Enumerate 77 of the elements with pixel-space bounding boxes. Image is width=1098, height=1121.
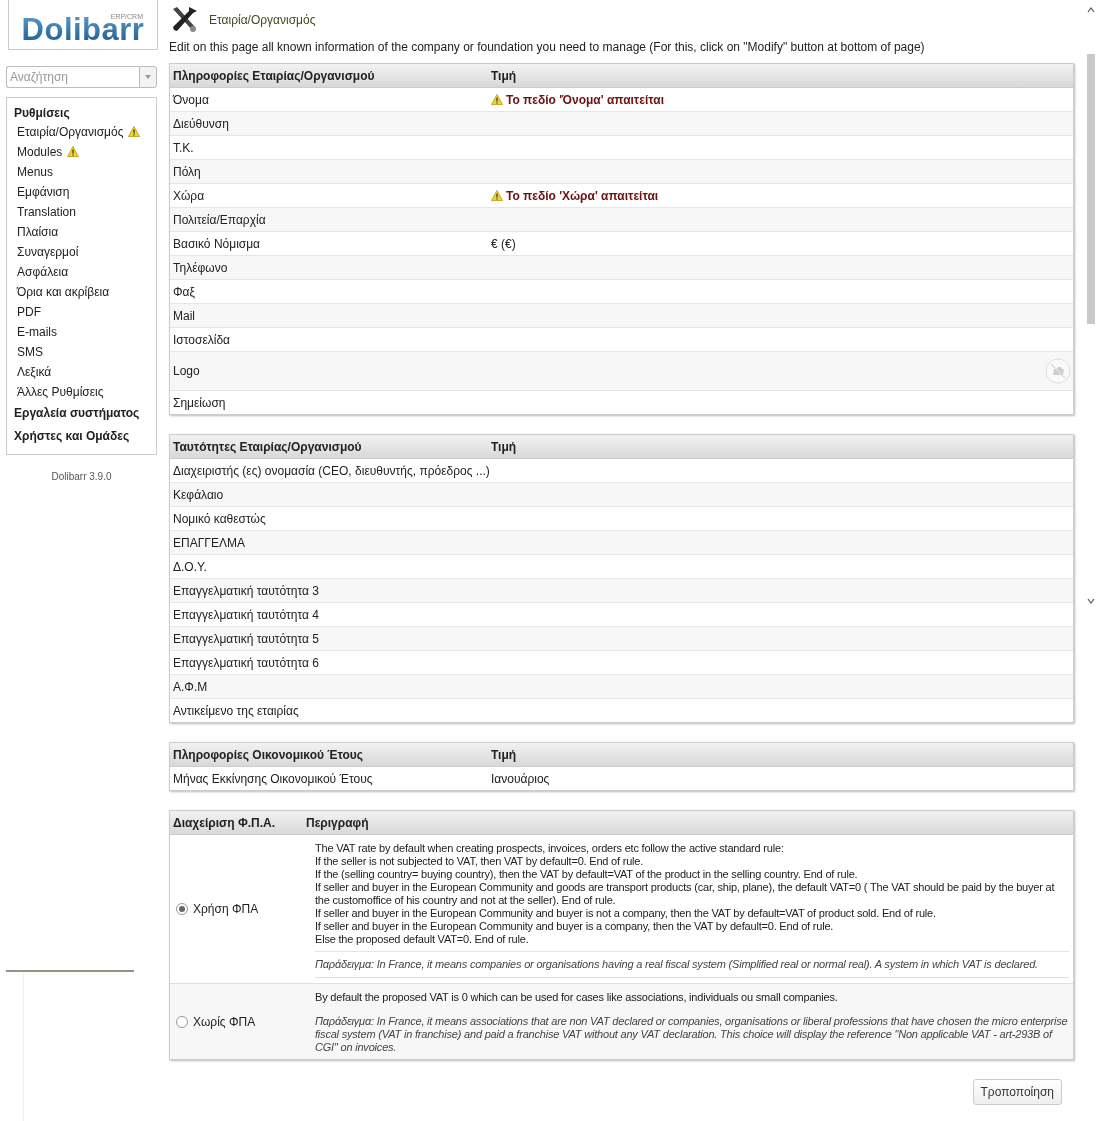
row-label: Πόλη (172, 164, 202, 179)
column-header: Τιμή (491, 439, 518, 454)
row-label: Logo (172, 364, 201, 378)
row-label: Χώρα (172, 188, 206, 203)
row-label: Αντικείμενο της εταιρίας (172, 703, 300, 718)
warning-icon (491, 94, 503, 105)
column-header: Πληροφορίες Οικονομικού Έτους (172, 747, 365, 762)
menu-item[interactable]: Συναγερμοί (17, 244, 79, 259)
column-header: Τιμή (491, 68, 518, 83)
menu-section[interactable]: Ρυθμίσεις (14, 105, 156, 120)
row-label: Διαχειριστής (ες) ονομασία (CEO, διευθυντής, πρόεδρος ...) (172, 463, 491, 478)
row-label: Σημείωση (172, 395, 227, 410)
rule-text: Else the proposed default VAT=0. End of rule. (315, 933, 530, 946)
radio-label[interactable]: Χωρίς ΦΠΑ (193, 1014, 256, 1029)
menu-item[interactable]: Όρια και ακρίβεια (17, 284, 110, 299)
example-text: Παράδειγμα: In France, it means companies or organisations having a real fiscal system (Simplified real or normal real). A system in which VAT is declared. (315, 951, 1069, 978)
radio-label[interactable]: Χρήση ΦΠΑ (193, 902, 259, 916)
rule-text: If seller and buyer in the European Community and goods are transport products (car, ship, plane), the default VAT=0 ( The VAT should be paid by the buyer at the customoffice of his country and not at the seller). End of rule. (315, 881, 1056, 907)
rule-text: The VAT rate by default when creating prospects, invoices, orders etc follow the active standard rule: (315, 842, 785, 855)
row-label: Μήνας Εκκίνησης Οικονομικού Έτους (172, 771, 374, 786)
menu-item[interactable]: SMS (17, 344, 43, 359)
menu-section[interactable]: Χρήστες και Ομάδες (14, 424, 156, 448)
error-message: Το πεδίο 'Χώρα' απαιτείται (506, 188, 659, 203)
row-label: Επαγγελματική ταυτότητα 4 (172, 607, 320, 622)
menu-item[interactable]: Ασφάλεια (17, 264, 69, 279)
menu-item[interactable]: Menus (17, 164, 54, 179)
menu-item[interactable]: Άλλες Ρυθμίσεις (17, 384, 104, 399)
row-label: Επαγγελματική ταυτότητα 5 (172, 631, 320, 646)
menu-item[interactable]: Εμφάνιση (17, 184, 70, 199)
page-title: Εταιρία/Οργανισμός (209, 13, 316, 27)
example-text: Παράδειγμα: In France, it means associations that are non VAT declared or companies, organisations or liberal professions that have chosen the micro enterprise fiscal system (VAT in franchise) and paid a franchise VAT without any VAT declaration. This choice will display the reference "Non applicable VAT - art-293B of CGI" on invoices. (315, 1015, 1069, 1054)
rule-text: If seller and buyer in the European Community and buyer is a company, then the VAT by default=0. End of rule. (315, 920, 835, 933)
menu-item[interactable]: PDF (17, 304, 41, 319)
radio-button[interactable] (176, 903, 188, 915)
scroll-up-icon[interactable] (1086, 6, 1096, 14)
menu-item[interactable]: Πλαίσια (17, 224, 59, 239)
rule-text: If the (selling country= buying country), then the VAT by default=VAT of the product in the selling country. End of rule. (315, 868, 859, 881)
warning-icon (491, 190, 503, 201)
row-value: Ιανουάριος (491, 771, 550, 786)
column-header: Ταυτότητες Εταιρίας/Οργανισμού (172, 439, 363, 454)
row-label: ΕΠΑΓΓΕΛΜΑ (172, 535, 246, 550)
menu-item[interactable]: Modules (17, 144, 63, 159)
page-description: Edit on this page all known information of the company or foundation you need to manage (For this, click on "Modify" button at bottom of page) (169, 40, 926, 54)
menu-item[interactable]: Εταιρία/Οργανισμός (17, 124, 124, 139)
rule-text: By default the proposed VAT is 0 which can be used for cases like associations, individuals ou small companies. (315, 991, 839, 1004)
row-label: Α.Φ.Μ (172, 679, 209, 694)
row-label: Βασικό Νόμισμα (172, 236, 262, 251)
menu-item[interactable]: Translation (17, 204, 76, 219)
rule-text: If the seller is not subjected to VAT, then VAT by default=0. End of rule. (315, 855, 645, 868)
radio-button[interactable] (176, 1015, 188, 1028)
menu-item[interactable]: E-mails (17, 324, 57, 339)
error-message: Το πεδίο 'Όνομα' απαιτείται (506, 92, 664, 107)
row-label: Νομικό καθεστώς (172, 511, 267, 526)
rule-text: If seller and buyer in the European Community and buyer is not a company, then the VAT by default=VAT of product sold. End of rule. (315, 907, 937, 920)
row-label: Πολιτεία/Επαρχία (172, 212, 267, 227)
row-label: Κεφάλαιο (172, 487, 225, 502)
row-label: Φαξ (172, 284, 196, 299)
menu-section[interactable]: Εργαλεία συστήματος (14, 401, 156, 425)
modify-button[interactable]: Τροποποίηση (972, 1079, 1062, 1105)
column-header: Περιγραφή (306, 815, 370, 830)
row-label: Mail (172, 308, 196, 323)
column-header: Τιμή (491, 747, 518, 762)
version-label: Dolibarr 3.9.0 (50, 470, 113, 482)
row-label: Επαγγελματική ταυτότητα 3 (172, 583, 320, 598)
scroll-down-icon[interactable] (1086, 597, 1096, 605)
row-label: Ιστοσελίδα (172, 332, 232, 347)
search-field[interactable]: Αναζήτηση (6, 65, 139, 88)
row-value: € (€) (491, 236, 516, 251)
row-label: Τ.Κ. (172, 140, 195, 155)
column-header: Διαχείριση Φ.Π.Α. (172, 815, 277, 830)
row-label: Όνομα (171, 92, 210, 107)
row-label: Διεύθυνση (172, 116, 230, 131)
menu-item[interactable]: Λεξικά (17, 364, 52, 379)
column-header: Πληροφορίες Εταιρίας/Οργανισμού (172, 68, 376, 83)
row-label: Τηλέφωνο (172, 260, 229, 275)
row-label: Επαγγελματική ταυτότητα 6 (172, 655, 320, 670)
row-label: Δ.Ο.Υ. (172, 559, 208, 574)
